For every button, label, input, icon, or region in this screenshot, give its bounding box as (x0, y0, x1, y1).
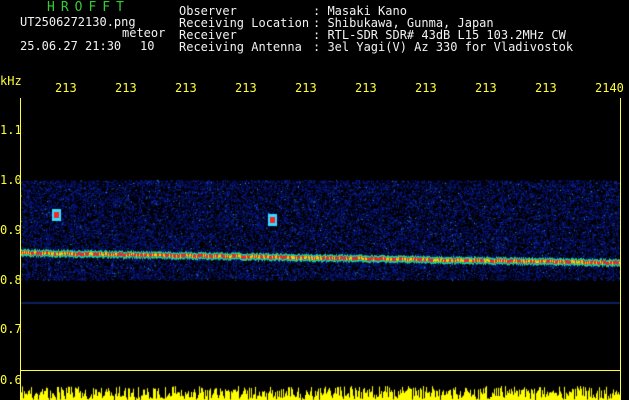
antenna-label: Receiving Antenna (179, 40, 302, 54)
y-tick-label: 0.9 (0, 223, 22, 237)
spectrogram-plot (20, 98, 620, 400)
image-filename: UT2506272130.png (20, 15, 136, 29)
y-tick-label: 1.0 (0, 173, 22, 187)
x-tick-label: 213 (295, 81, 317, 95)
meteor-label: meteor (122, 26, 166, 40)
x-tick-label: 2140 (595, 81, 624, 95)
observation-datetime: 25.06.27 21:30 (20, 39, 122, 53)
x-tick-label: 213 (535, 81, 557, 95)
x-tick-label: 213 (55, 81, 77, 95)
y-tick-label: 0.8 (0, 273, 22, 287)
y-axis-unit: kHz (0, 74, 22, 88)
x-tick-label: 213 (475, 81, 497, 95)
meteor-count: 10 (140, 39, 155, 53)
x-tick-label: 213 (355, 81, 377, 95)
x-tick-label: 213 (175, 81, 197, 95)
plot-right-border (620, 98, 621, 400)
x-tick-label: 213 (235, 81, 257, 95)
antenna-value: : 3el Yagi(V) Az 330 for Vladivostok (313, 40, 574, 54)
app-brand: HROFFT (47, 0, 130, 15)
y-tick-label: 1.1 (0, 123, 22, 137)
y-tick-label: 0.7 (0, 322, 22, 336)
x-tick-label: 213 (115, 81, 137, 95)
plot-left-border (20, 98, 21, 400)
x-tick-label: 213 (415, 81, 437, 95)
signal-level-baseline (20, 370, 621, 371)
y-tick-label: 0.6 (0, 373, 22, 387)
